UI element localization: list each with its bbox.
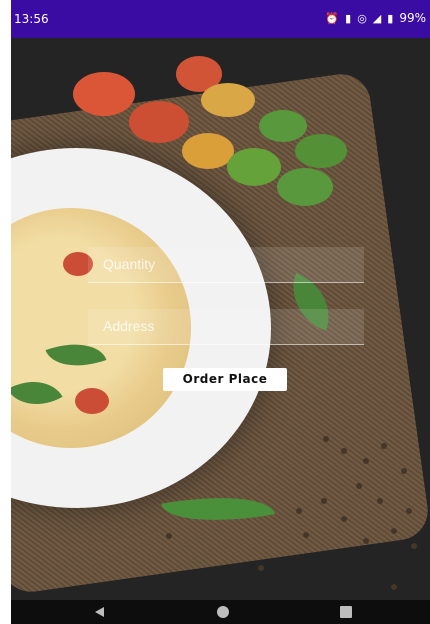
address-field[interactable]: Address bbox=[88, 309, 364, 345]
status-time: 13:56 bbox=[14, 12, 49, 26]
hotspot-icon: ◎ bbox=[357, 11, 367, 25]
navigation-bar bbox=[11, 600, 430, 624]
recents-icon[interactable] bbox=[340, 606, 352, 618]
battery-icon: ▮ bbox=[387, 11, 394, 25]
alarm-icon: ⏰ bbox=[325, 11, 340, 25]
status-bar: 13:56 ⏰ ▮ ◎ ◢ ▮ 99% bbox=[11, 0, 430, 38]
app-screen: 13:56 ⏰ ▮ ◎ ◢ ▮ 99% Quantity Address Ord… bbox=[11, 0, 430, 624]
status-icons: ⏰ ▮ ◎ ◢ ▮ 99% bbox=[325, 11, 426, 25]
quantity-placeholder: Quantity bbox=[103, 256, 156, 272]
signal-icon: ◢ bbox=[372, 11, 382, 25]
back-icon[interactable] bbox=[95, 607, 104, 617]
home-icon[interactable] bbox=[217, 606, 229, 618]
volte-icon: ▮ bbox=[345, 11, 352, 25]
quantity-field[interactable]: Quantity bbox=[88, 247, 364, 283]
address-placeholder: Address bbox=[103, 318, 155, 334]
battery-percent: 99% bbox=[399, 11, 426, 25]
order-place-button[interactable]: Order Place bbox=[163, 368, 287, 391]
